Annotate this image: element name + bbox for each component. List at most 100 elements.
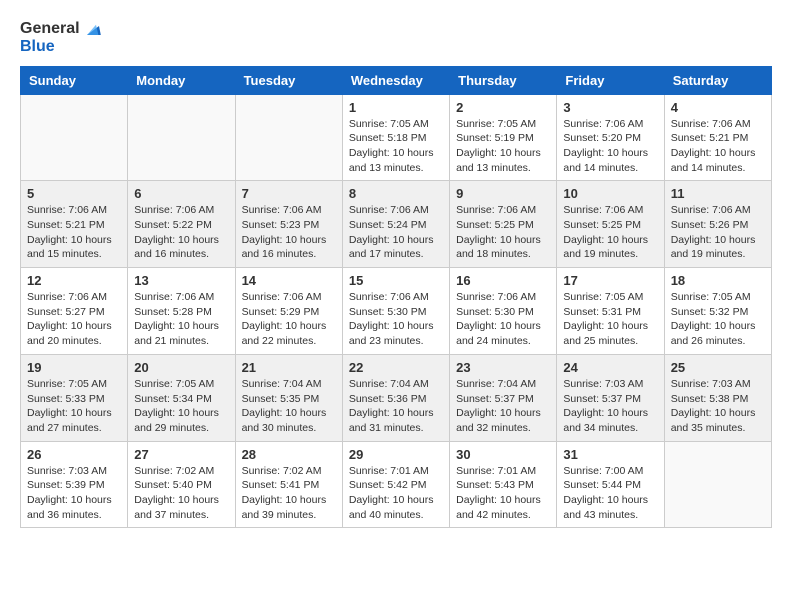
day-info: Sunrise: 7:01 AM Sunset: 5:42 PM Dayligh… xyxy=(349,464,443,523)
calendar-cell: 26 Sunrise: 7:03 AM Sunset: 5:39 PM Dayli… xyxy=(21,441,128,528)
day-info: Sunrise: 7:05 AM Sunset: 5:31 PM Dayligh… xyxy=(563,290,657,349)
logo-blue-text: Blue xyxy=(20,38,102,56)
day-number: 11 xyxy=(671,186,765,201)
day-info: Sunrise: 7:04 AM Sunset: 5:35 PM Dayligh… xyxy=(242,377,336,436)
day-info: Sunrise: 7:05 AM Sunset: 5:32 PM Dayligh… xyxy=(671,290,765,349)
day-number: 25 xyxy=(671,360,765,375)
calendar-cell: 4Sunrise: 7:06 AM Sunset: 5:21 PM Daylig… xyxy=(664,94,771,181)
day-info: Sunrise: 7:03 AM Sunset: 5:37 PM Dayligh… xyxy=(563,377,657,436)
day-number: 24 xyxy=(563,360,657,375)
day-info: Sunrise: 7:05 AM Sunset: 5:34 PM Dayligh… xyxy=(134,377,228,436)
day-number: 13 xyxy=(134,273,228,288)
weekday-header-thursday: Thursday xyxy=(450,66,557,94)
calendar-cell: 19 Sunrise: 7:05 AM Sunset: 5:33 PM Dayli… xyxy=(21,354,128,441)
day-info: Sunrise: 7:04 AM Sunset: 5:36 PM Dayligh… xyxy=(349,377,443,436)
day-info: Sunrise: 7:03 AM Sunset: 5:39 PM Dayligh… xyxy=(27,464,121,523)
calendar-cell: 17 Sunrise: 7:05 AM Sunset: 5:31 PM Dayli… xyxy=(557,268,664,355)
day-number: 21 xyxy=(242,360,336,375)
day-info: Sunrise: 7:01 AM Sunset: 5:43 PM Dayligh… xyxy=(456,464,550,523)
day-number: 5 xyxy=(27,186,121,201)
calendar-cell: 21 Sunrise: 7:04 AM Sunset: 5:35 PM Dayli… xyxy=(235,354,342,441)
day-number: 16 xyxy=(456,273,550,288)
day-number: 14 xyxy=(242,273,336,288)
calendar-week-row: 19 Sunrise: 7:05 AM Sunset: 5:33 PM Dayli… xyxy=(21,354,772,441)
day-info: Sunrise: 7:06 AM Sunset: 5:30 PM Dayligh… xyxy=(349,290,443,349)
calendar-cell: 13 Sunrise: 7:06 AM Sunset: 5:28 PM Dayli… xyxy=(128,268,235,355)
day-info: Sunrise: 7:06 AM Sunset: 5:26 PM Dayligh… xyxy=(671,203,765,262)
day-info: Sunrise: 7:05 AM Sunset: 5:19 PM Dayligh… xyxy=(456,117,550,176)
calendar-header-row: SundayMondayTuesdayWednesdayThursdayFrid… xyxy=(21,66,772,94)
day-info: Sunrise: 7:06 AM Sunset: 5:21 PM Dayligh… xyxy=(27,203,121,262)
day-number: 23 xyxy=(456,360,550,375)
page-header: General Blue xyxy=(20,20,772,56)
day-info: Sunrise: 7:05 AM Sunset: 5:18 PM Dayligh… xyxy=(349,117,443,176)
calendar-cell: 20 Sunrise: 7:05 AM Sunset: 5:34 PM Dayli… xyxy=(128,354,235,441)
calendar-week-row: 26 Sunrise: 7:03 AM Sunset: 5:39 PM Dayli… xyxy=(21,441,772,528)
calendar-cell: 11 Sunrise: 7:06 AM Sunset: 5:26 PM Dayli… xyxy=(664,181,771,268)
day-number: 15 xyxy=(349,273,443,288)
day-number: 7 xyxy=(242,186,336,201)
day-number: 26 xyxy=(27,447,121,462)
day-number: 3 xyxy=(563,100,657,115)
day-number: 12 xyxy=(27,273,121,288)
calendar-cell: 28Sunrise: 7:02 AM Sunset: 5:41 PM Dayli… xyxy=(235,441,342,528)
calendar-cell: 30 Sunrise: 7:01 AM Sunset: 5:43 PM Dayli… xyxy=(450,441,557,528)
calendar-cell: 3 Sunrise: 7:06 AM Sunset: 5:20 PM Daylig… xyxy=(557,94,664,181)
calendar-week-row: 5 Sunrise: 7:06 AM Sunset: 5:21 PM Daylig… xyxy=(21,181,772,268)
day-number: 31 xyxy=(563,447,657,462)
day-info: Sunrise: 7:04 AM Sunset: 5:37 PM Dayligh… xyxy=(456,377,550,436)
calendar-cell: 7Sunrise: 7:06 AM Sunset: 5:23 PM Daylig… xyxy=(235,181,342,268)
day-info: Sunrise: 7:06 AM Sunset: 5:20 PM Dayligh… xyxy=(563,117,657,176)
day-number: 29 xyxy=(349,447,443,462)
calendar-cell: 18 Sunrise: 7:05 AM Sunset: 5:32 PM Dayli… xyxy=(664,268,771,355)
calendar-cell: 27 Sunrise: 7:02 AM Sunset: 5:40 PM Dayli… xyxy=(128,441,235,528)
calendar-cell: 2 Sunrise: 7:05 AM Sunset: 5:19 PM Daylig… xyxy=(450,94,557,181)
day-number: 2 xyxy=(456,100,550,115)
calendar-cell: 22 Sunrise: 7:04 AM Sunset: 5:36 PM Dayli… xyxy=(342,354,449,441)
calendar-cell: 5 Sunrise: 7:06 AM Sunset: 5:21 PM Daylig… xyxy=(21,181,128,268)
weekday-header-tuesday: Tuesday xyxy=(235,66,342,94)
calendar-cell: 23 Sunrise: 7:04 AM Sunset: 5:37 PM Dayli… xyxy=(450,354,557,441)
day-number: 22 xyxy=(349,360,443,375)
calendar-cell: 12Sunrise: 7:06 AM Sunset: 5:27 PM Dayli… xyxy=(21,268,128,355)
calendar-cell: 8Sunrise: 7:06 AM Sunset: 5:24 PM Daylig… xyxy=(342,181,449,268)
calendar-cell xyxy=(21,94,128,181)
calendar-cell: 15 Sunrise: 7:06 AM Sunset: 5:30 PM Dayli… xyxy=(342,268,449,355)
day-number: 10 xyxy=(563,186,657,201)
day-info: Sunrise: 7:06 AM Sunset: 5:22 PM Dayligh… xyxy=(134,203,228,262)
calendar-cell: 14Sunrise: 7:06 AM Sunset: 5:29 PM Dayli… xyxy=(235,268,342,355)
weekday-header-friday: Friday xyxy=(557,66,664,94)
logo-icon xyxy=(84,20,102,38)
day-info: Sunrise: 7:00 AM Sunset: 5:44 PM Dayligh… xyxy=(563,464,657,523)
calendar-cell: 29 Sunrise: 7:01 AM Sunset: 5:42 PM Dayli… xyxy=(342,441,449,528)
day-info: Sunrise: 7:06 AM Sunset: 5:28 PM Dayligh… xyxy=(134,290,228,349)
weekday-header-wednesday: Wednesday xyxy=(342,66,449,94)
calendar-cell: 6Sunrise: 7:06 AM Sunset: 5:22 PM Daylig… xyxy=(128,181,235,268)
day-info: Sunrise: 7:06 AM Sunset: 5:21 PM Dayligh… xyxy=(671,117,765,176)
day-number: 17 xyxy=(563,273,657,288)
calendar-cell: 24 Sunrise: 7:03 AM Sunset: 5:37 PM Dayli… xyxy=(557,354,664,441)
day-info: Sunrise: 7:05 AM Sunset: 5:33 PM Dayligh… xyxy=(27,377,121,436)
weekday-header-monday: Monday xyxy=(128,66,235,94)
day-info: Sunrise: 7:02 AM Sunset: 5:40 PM Dayligh… xyxy=(134,464,228,523)
calendar-cell xyxy=(235,94,342,181)
calendar-week-row: 12Sunrise: 7:06 AM Sunset: 5:27 PM Dayli… xyxy=(21,268,772,355)
day-info: Sunrise: 7:02 AM Sunset: 5:41 PM Dayligh… xyxy=(242,464,336,523)
logo-text: General xyxy=(20,20,102,38)
calendar-cell xyxy=(128,94,235,181)
day-number: 1 xyxy=(349,100,443,115)
day-info: Sunrise: 7:06 AM Sunset: 5:24 PM Dayligh… xyxy=(349,203,443,262)
logo: General Blue xyxy=(20,20,102,56)
day-number: 30 xyxy=(456,447,550,462)
weekday-header-sunday: Sunday xyxy=(21,66,128,94)
day-number: 27 xyxy=(134,447,228,462)
day-number: 20 xyxy=(134,360,228,375)
day-number: 9 xyxy=(456,186,550,201)
day-number: 19 xyxy=(27,360,121,375)
day-number: 18 xyxy=(671,273,765,288)
day-info: Sunrise: 7:06 AM Sunset: 5:30 PM Dayligh… xyxy=(456,290,550,349)
calendar-cell: 9 Sunrise: 7:06 AM Sunset: 5:25 PM Daylig… xyxy=(450,181,557,268)
calendar-cell: 16 Sunrise: 7:06 AM Sunset: 5:30 PM Dayli… xyxy=(450,268,557,355)
weekday-header-saturday: Saturday xyxy=(664,66,771,94)
day-info: Sunrise: 7:06 AM Sunset: 5:25 PM Dayligh… xyxy=(456,203,550,262)
